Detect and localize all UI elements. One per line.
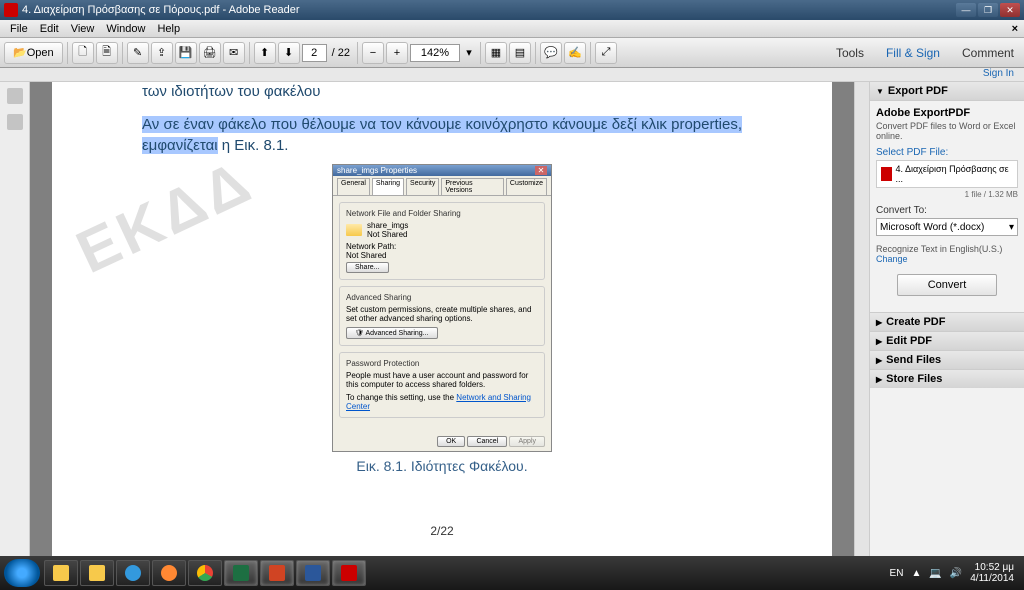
export-icon[interactable]: ✎ (127, 42, 149, 64)
page-up-icon[interactable]: ⬆ (254, 42, 276, 64)
pdf-page: ΕΚΔΔ των ιδιοτήτων του φακέλου Αν σε ένα… (52, 82, 832, 556)
selected-file[interactable]: 4. Διαχείριση Πρόσβασης σε ... (876, 160, 1018, 188)
page-down-icon[interactable]: ⬇ (278, 42, 300, 64)
menubar-close[interactable]: × (1006, 23, 1024, 35)
thumbnails-icon[interactable] (7, 88, 23, 104)
page-number-footer: 2/22 (142, 524, 742, 538)
figure-caption: Εικ. 8.1. Ιδιότητες Φακέλου. (142, 458, 742, 474)
heading: των ιδιοτήτων του φακέλου (142, 82, 742, 102)
doc-cloud-icon[interactable]: 🗎 (96, 42, 118, 64)
format-select[interactable]: Microsoft Word (*.docx)▾ (876, 218, 1018, 236)
maximize-button[interactable]: ❐ (978, 3, 998, 17)
watermark: ΕΚΔΔ (66, 146, 263, 287)
create-pdf-icon[interactable]: 🗋 (72, 42, 94, 64)
zoom-out-icon[interactable]: − (362, 42, 384, 64)
export-pdf-header[interactable]: ▼Export PDF (870, 82, 1024, 101)
task-adobe[interactable] (332, 560, 366, 586)
embedded-dialog-image: share_imgs Properties✕ General Sharing S… (332, 164, 552, 452)
document-area[interactable]: ΕΚΔΔ των ιδιοτήτων του φακέλου Αν σε ένα… (30, 82, 854, 556)
system-tray[interactable]: EN ▲ 💻 🔊 10:52 μμ 4/11/2014 (890, 562, 1020, 584)
store-files-panel[interactable]: ▶Store Files (870, 369, 1024, 388)
tray-flag-icon[interactable]: ▲ (911, 568, 921, 579)
tray-network-icon[interactable]: 💻 (929, 568, 941, 579)
create-pdf-panel[interactable]: ▶Create PDF (870, 312, 1024, 331)
menu-edit[interactable]: Edit (34, 23, 65, 35)
task-powerpoint[interactable] (260, 560, 294, 586)
window-titlebar: 4. Διαχείριση Πρόσβασης σε Πόρους.pdf - … (0, 0, 1024, 20)
up-icon[interactable]: ⇪ (151, 42, 173, 64)
send-files-panel[interactable]: ▶Send Files (870, 350, 1024, 369)
open-button[interactable]: 📂 Open (4, 42, 63, 64)
export-title: Adobe ExportPDF (876, 107, 1018, 119)
menu-file[interactable]: File (4, 23, 34, 35)
task-ie[interactable] (116, 560, 150, 586)
edit-pdf-panel[interactable]: ▶Edit PDF (870, 331, 1024, 350)
select-file-label: Select PDF File: (876, 147, 1018, 158)
folder-icon (346, 224, 362, 236)
mail-icon[interactable]: ✉ (223, 42, 245, 64)
pdf-icon (881, 167, 892, 181)
zoom-in-icon[interactable]: + (386, 42, 408, 64)
page-number-input[interactable] (302, 44, 327, 62)
app-icon (4, 3, 18, 17)
fill-sign-button[interactable]: Fill & Sign (880, 44, 946, 62)
menu-window[interactable]: Window (100, 23, 151, 35)
scrollbar[interactable] (854, 82, 869, 556)
task-explorer1[interactable] (44, 560, 78, 586)
recognize-text: Recognize Text in English(U.S.) (876, 244, 1018, 254)
page-total: / 22 (329, 47, 353, 59)
attachments-icon[interactable] (7, 114, 23, 130)
task-word[interactable] (296, 560, 330, 586)
zoom-dropdown-icon[interactable]: ▾ (462, 42, 476, 64)
convert-button[interactable]: Convert (897, 274, 997, 296)
task-chrome[interactable] (188, 560, 222, 586)
window-title: 4. Διαχείριση Πρόσβασης σε Πόρους.pdf - … (22, 4, 956, 16)
readmode-icon[interactable]: ⤢ (595, 42, 617, 64)
layout2-icon[interactable]: ▤ (509, 42, 531, 64)
left-nav-strip (0, 82, 30, 556)
comment-icon[interactable]: 💬 (540, 42, 562, 64)
export-subtitle: Convert PDF files to Word or Excel onlin… (876, 121, 1018, 141)
minimize-button[interactable]: — (956, 3, 976, 17)
task-excel[interactable] (224, 560, 258, 586)
file-meta: 1 file / 1.32 MB (876, 190, 1018, 199)
convert-to-label: Convert To: (876, 205, 1018, 216)
zoom-input[interactable] (410, 44, 460, 62)
layout1-icon[interactable]: ▦ (485, 42, 507, 64)
comment-button[interactable]: Comment (956, 44, 1020, 62)
menubar: File Edit View Window Help × (0, 20, 1024, 38)
tray-clock[interactable]: 10:52 μμ 4/11/2014 (970, 562, 1014, 584)
close-button[interactable]: ✕ (1000, 3, 1020, 17)
menu-help[interactable]: Help (151, 23, 186, 35)
sign-in-link[interactable]: Sign In (0, 68, 1024, 82)
print-icon[interactable]: 🖨 (199, 42, 221, 64)
tray-lang[interactable]: EN (890, 568, 904, 579)
menu-view[interactable]: View (65, 23, 101, 35)
task-wmp[interactable] (152, 560, 186, 586)
save-icon[interactable]: 💾 (175, 42, 197, 64)
taskbar: EN ▲ 💻 🔊 10:52 μμ 4/11/2014 (0, 556, 1024, 590)
highlight-icon[interactable]: ✍ (564, 42, 586, 64)
toolbar: 📂 Open 🗋 🗎 ✎ ⇪ 💾 🖨 ✉ ⬆ ⬇ / 22 − + ▾ ▦ ▤ … (0, 38, 1024, 68)
tray-sound-icon[interactable]: 🔊 (950, 568, 962, 579)
start-button[interactable] (4, 559, 40, 587)
tools-button[interactable]: Tools (830, 44, 870, 62)
task-explorer2[interactable] (80, 560, 114, 586)
change-link[interactable]: Change (876, 254, 1018, 264)
right-pane: ▼Export PDF Adobe ExportPDF Convert PDF … (869, 82, 1024, 556)
